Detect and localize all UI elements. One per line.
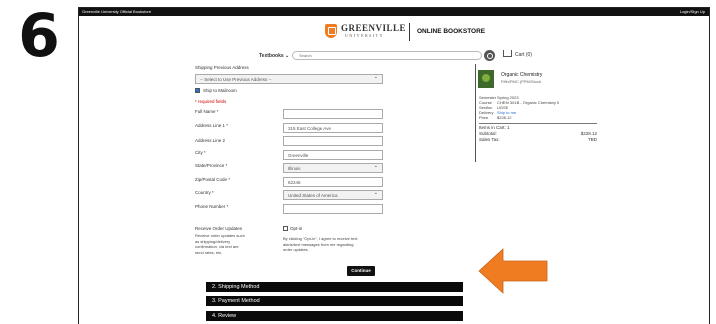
full-name-field[interactable] bbox=[283, 109, 383, 119]
address2-label: Address Line 2 bbox=[195, 138, 226, 143]
summary-divider bbox=[479, 123, 597, 124]
step-number: 6 bbox=[18, 1, 60, 71]
cart-icon bbox=[503, 50, 512, 57]
city-field[interactable]: Greenville bbox=[283, 150, 383, 160]
optin-checkbox[interactable] bbox=[283, 226, 288, 231]
optin-label: Opt-in bbox=[290, 226, 303, 231]
store-title: Greenville University Official Bookstore bbox=[82, 9, 152, 14]
country-label: Country * bbox=[195, 190, 214, 195]
address2-field[interactable] bbox=[283, 136, 383, 146]
zip-label: Zip/Postal Code * bbox=[195, 177, 231, 182]
order-updates-label: Receive Order Updates bbox=[195, 226, 243, 231]
login-link[interactable]: Login/Sign Up bbox=[680, 8, 705, 16]
cart-link[interactable]: Cart (0) bbox=[503, 50, 532, 58]
logo-divider bbox=[409, 23, 410, 41]
items-in-cart: Items in Cart: 1 bbox=[479, 125, 597, 130]
summary-value: $228.12 bbox=[497, 115, 512, 120]
search-icon[interactable] bbox=[484, 50, 495, 61]
items-label: Items in Cart: 1 bbox=[479, 125, 510, 130]
phone-field[interactable] bbox=[283, 204, 383, 214]
state-label: State/Province * bbox=[195, 163, 228, 168]
subtotal-value: $228.12 bbox=[580, 131, 597, 136]
order-updates-desc-line: send rates, etc. bbox=[195, 249, 223, 255]
order-updates-desc: Receive order updates such as shipping/d… bbox=[195, 233, 275, 255]
step-review[interactable]: 4. Review bbox=[206, 311, 463, 321]
nav-row: Textbooks ⌄ Cart (0) bbox=[79, 50, 709, 64]
summary-key: Price bbox=[479, 115, 489, 120]
browser-page: Greenville University Official Bookstore… bbox=[78, 7, 710, 324]
tax-label: Sales Tax: bbox=[479, 137, 500, 142]
step-payment-method[interactable]: 3. Payment Method bbox=[206, 296, 463, 306]
search-input[interactable] bbox=[292, 51, 482, 60]
phone-label: Phone Number * bbox=[195, 204, 229, 209]
book-author: Fifth/PMC (PPM/Stock bbox=[501, 79, 542, 84]
previous-address-label: Shipping Previous Address bbox=[195, 65, 249, 70]
top-bar: Greenville University Official Bookstore… bbox=[79, 8, 709, 16]
state-select[interactable]: Illinois bbox=[283, 163, 383, 173]
address1-field[interactable]: 315 East College Ave bbox=[283, 123, 383, 133]
required-note: * required fields bbox=[195, 99, 227, 104]
logo-store: ONLINE BOOKSTORE bbox=[417, 28, 486, 35]
logo-sub: UNIVERSITY bbox=[345, 33, 384, 38]
ship-mailroom-label: Ship to Mailroom bbox=[203, 88, 237, 93]
book-cover-image bbox=[478, 70, 494, 88]
address1-label: Address Line 1 * bbox=[195, 123, 229, 128]
city-label: City * bbox=[195, 150, 206, 155]
step-shipping-method[interactable]: 2. Shipping Method bbox=[206, 282, 463, 292]
ship-mailroom-checkbox[interactable] bbox=[195, 88, 200, 93]
summary-row: Price $228.12 bbox=[479, 115, 511, 120]
previous-address-select[interactable]: -- Select to Use Previous Address -- bbox=[195, 74, 383, 84]
subtotal-label: Subtotal: bbox=[479, 131, 497, 136]
university-shield-icon bbox=[325, 24, 337, 38]
subtotal-row: Subtotal: $228.12 bbox=[479, 131, 597, 136]
tax-row: Sales Tax: TBD bbox=[479, 137, 597, 142]
callout-arrow-icon bbox=[478, 248, 548, 294]
full-name-label: Full Name * bbox=[195, 109, 219, 114]
book-title: Organic Chemistry bbox=[501, 72, 543, 78]
textbooks-menu[interactable]: Textbooks ⌄ bbox=[259, 53, 289, 59]
optin-desc: By clicking "Opt-in", I agree to receive… bbox=[283, 236, 379, 253]
zip-field[interactable]: 62246 bbox=[283, 177, 383, 187]
tax-value: TBD bbox=[588, 137, 597, 142]
country-select[interactable]: United States of America bbox=[283, 190, 383, 200]
logo-name: GREENVILLE bbox=[341, 23, 407, 33]
continue-button[interactable]: Continue bbox=[347, 266, 375, 276]
optin-desc-line: order updates. bbox=[283, 247, 309, 252]
cart-label: Cart (0) bbox=[515, 51, 532, 58]
